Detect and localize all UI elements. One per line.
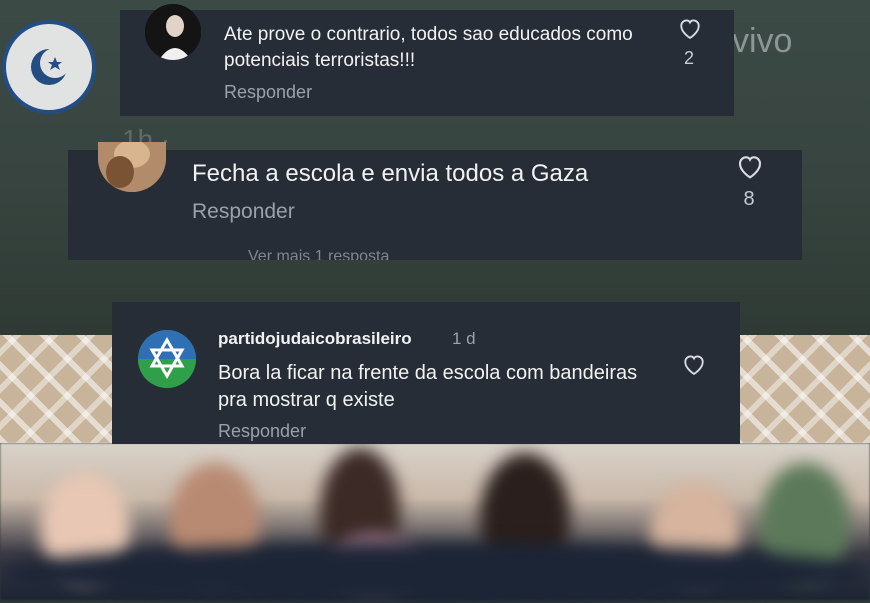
- reply-button[interactable]: Responder: [192, 200, 295, 224]
- comment-card: Fecha a escola e envia todos a Gaza 8 Re…: [68, 142, 802, 260]
- comment-text: Ate prove o contrario, todos sao educado…: [224, 24, 633, 71]
- comment-card: Ate prove o contrario, todos sao educado…: [120, 4, 734, 116]
- avatar[interactable]: [145, 4, 201, 60]
- background-photo: [0, 443, 870, 603]
- background-text-vivo: vivo: [732, 22, 793, 60]
- comment-username[interactable]: partidojudaicobrasileiro: [218, 329, 412, 349]
- comment-text: Fecha a escola e envia todos a Gaza: [192, 160, 589, 187]
- crescent-star-icon: [31, 48, 70, 85]
- avatar[interactable]: [98, 142, 166, 192]
- school-logo: [2, 20, 96, 114]
- avatar[interactable]: [138, 330, 196, 388]
- comment-time: 1 d: [452, 329, 476, 348]
- heart-icon[interactable]: [734, 150, 766, 182]
- comment-text: Bora la ficar na frente da escola com ba…: [218, 362, 638, 411]
- heart-icon[interactable]: [676, 14, 704, 42]
- reply-button[interactable]: Responder: [224, 82, 312, 103]
- like-count: 2: [683, 48, 694, 68]
- star-of-david-icon: [138, 330, 196, 388]
- heart-icon[interactable]: [680, 350, 708, 378]
- like-count: 8: [743, 188, 755, 210]
- view-more-replies[interactable]: Ver mais 1 resposta: [248, 248, 389, 260]
- comment-card: partidojudaicobrasileiro 1 d Bora la fic…: [112, 302, 740, 444]
- reply-button[interactable]: Responder: [218, 421, 306, 442]
